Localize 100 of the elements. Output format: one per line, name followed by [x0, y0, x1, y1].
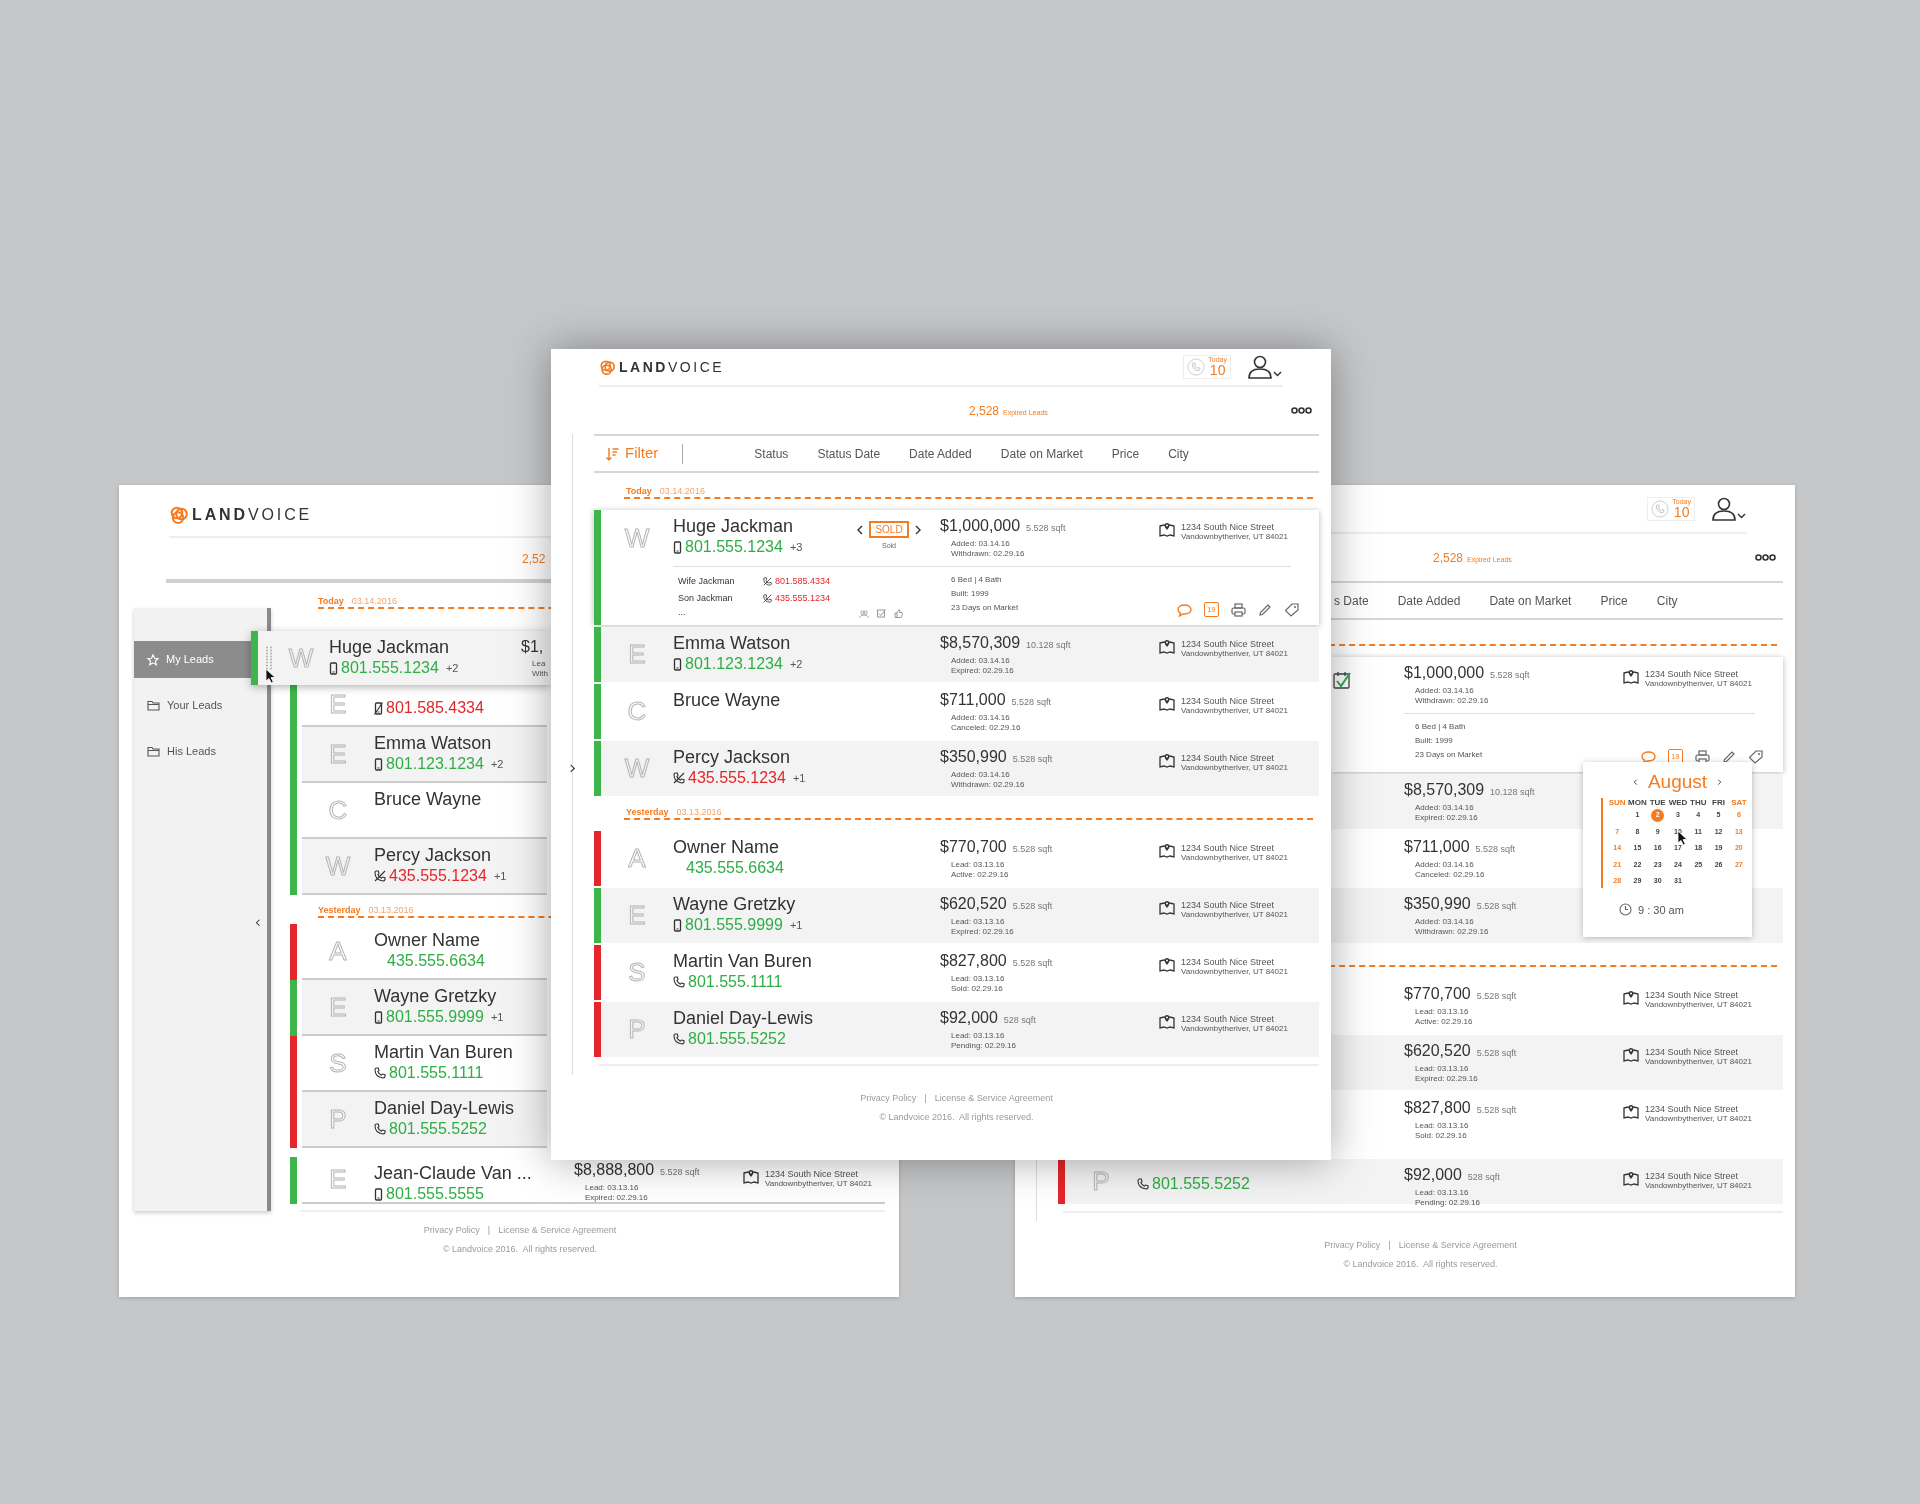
street-address: 1234 South Nice Street: [1645, 1171, 1740, 1181]
date-line: Added: 03.14.16: [1415, 685, 1474, 696]
phone-number[interactable]: 435.555.1234: [389, 866, 487, 886]
street-address: 1234 South Nice Street: [1181, 843, 1276, 853]
lead-row[interactable]: P Daniel Day-Lewis 801.555.5252 $92,000 528 sqft Lead: 03.13.16 Pending: 02.29.16 1234 South Nice Street Vandownbytheriver, UT 84021: [594, 1002, 1319, 1057]
lead-row[interactable]: E Emma Watson 801.123.1234 +2: [302, 727, 547, 783]
sort-icon[interactable]: [606, 446, 619, 461]
comment-icon[interactable]: [1641, 751, 1656, 764]
city-address: Vandownbytheriver, UT 84021: [1181, 649, 1288, 659]
more-options-icon[interactable]: [1291, 407, 1312, 414]
map-pin-icon: [1623, 669, 1639, 684]
thumbs-up-icon[interactable]: [894, 609, 903, 618]
more-options-icon[interactable]: [1755, 554, 1776, 561]
square-footage: 5.528 sqft: [1476, 990, 1517, 1003]
street-address: 1234 South Nice Street: [1181, 1014, 1276, 1024]
city-address: Vandownbytheriver, UT 84021: [1181, 1024, 1288, 1034]
user-menu-icon[interactable]: [1711, 496, 1747, 521]
column-header[interactable]: Price: [1600, 591, 1628, 610]
column-header[interactable]: City: [1168, 444, 1189, 463]
expired-leads-count: 2,528: [969, 402, 1000, 420]
comment-icon[interactable]: [1177, 604, 1192, 617]
column-header[interactable]: Status: [754, 444, 789, 463]
extra-phones-count: +2: [789, 656, 803, 672]
user-menu-icon[interactable]: [1247, 355, 1283, 379]
lead-name: Jean-Claude Van ...: [374, 1162, 533, 1184]
column-header[interactable]: Date Added: [1397, 591, 1461, 610]
date-line: Canceled: 02.29.16: [951, 722, 1021, 733]
phone-number[interactable]: 801.585.4334: [775, 575, 831, 589]
weekday-label: SUN: [1607, 798, 1627, 807]
phone-number[interactable]: 435.555.1234: [775, 591, 831, 605]
phone-icon: [673, 976, 685, 988]
column-header[interactable]: Price: [1111, 444, 1140, 463]
lead-initial: E: [329, 737, 347, 771]
column-header[interactable]: Status Date: [817, 444, 881, 463]
contact-name: Son Jackman: [678, 591, 734, 605]
city-address: Vandownbytheriver, UT 84021: [1181, 967, 1288, 977]
print-icon[interactable]: [1231, 603, 1246, 617]
square-footage: 5.528 sqft: [1476, 1104, 1517, 1117]
column-header[interactable]: Date Added: [909, 444, 972, 463]
lead-name: Percy Jackson: [673, 746, 792, 768]
tag-icon[interactable]: [1284, 603, 1299, 617]
sidebar-item[interactable]: Your Leads: [134, 687, 251, 724]
city-address: Vandownbytheriver, UT 84021: [1181, 763, 1288, 773]
extra-phones-count: +1: [792, 770, 806, 786]
date-line: Sold: 02.29.16: [951, 983, 1003, 994]
logo-text: LANDVOICE: [619, 357, 725, 377]
lead-row[interactable]: E Wayne Gretzky 801.555.9999 +1: [302, 980, 547, 1036]
date-line: Withdrawn: 02.29.16: [1415, 695, 1489, 706]
lead-row[interactable]: W Percy Jackson 435.555.1234 +1 $350,990 5.528 sqft Added: 03.14.16 Withdrawn: 02.29.16 1234 South Nice Street Vandownbytheriver, UT 84021: [594, 741, 1319, 796]
star-icon: [147, 653, 159, 666]
lead-row[interactable]: E Emma Watson 801.123.1234 +2 $8,570,309 10.128 sqft Added: 03.14.16 Expired: 02.29.16 1234 South Nice Street Vandownbytheriver, UT 84021: [594, 627, 1319, 682]
price: $827,800: [1404, 1098, 1471, 1117]
lead-name: Owner Name: [673, 836, 781, 858]
phone-number[interactable]: 435.555.1234: [688, 768, 786, 788]
mobile-icon: [673, 918, 682, 932]
group-date: 03.13.2016: [368, 905, 414, 915]
drag-handle-icon[interactable]: [265, 646, 273, 670]
next-month-icon[interactable]: [1717, 778, 1723, 786]
square-footage: 5.528 sqft: [660, 1166, 700, 1179]
lead-initial: P: [1092, 1165, 1110, 1198]
expand-sidebar-icon[interactable]: [569, 764, 576, 773]
weekday-label: SAT: [1730, 798, 1748, 807]
date-line: Lead: 03.13.16: [585, 1182, 639, 1193]
pencil-icon[interactable]: [1722, 750, 1736, 764]
city-address: Vandownbytheriver, UT 84021: [1645, 1181, 1752, 1191]
lead-initial: E: [329, 1163, 347, 1196]
collapse-sidebar-icon[interactable]: [255, 919, 261, 927]
column-header[interactable]: s Date: [1334, 591, 1369, 610]
checked-calendar-icon: [1333, 671, 1352, 690]
column-header[interactable]: City: [1656, 591, 1678, 610]
city-address: Vandownbytheriver, UT 84021: [1645, 1000, 1752, 1010]
map-pin-icon: [1159, 843, 1175, 858]
lead-name: Wayne Gretzky: [374, 985, 498, 1007]
city-address: Vandownbytheriver, UT 84021: [1181, 706, 1288, 716]
lead-row[interactable]: W Percy Jackson 435.555.1234 +1: [302, 839, 547, 895]
lead-initial: A: [329, 934, 347, 968]
city-address: Vandownbytheriver, UT 84021: [1645, 679, 1752, 689]
calls-count: 10: [1209, 363, 1226, 378]
logo-text: LANDVOICE: [192, 505, 313, 525]
column-header[interactable]: Date on Market: [1000, 444, 1083, 463]
tag-icon[interactable]: [1748, 750, 1763, 764]
phone-number[interactable]: 801.585.4334: [386, 698, 484, 718]
previous-status-icon[interactable]: [856, 524, 865, 535]
column-header[interactable]: Date on Market: [1489, 591, 1572, 610]
next-status-icon[interactable]: [913, 524, 922, 535]
price: $8,888,800: [574, 1160, 655, 1179]
checkbox-icon[interactable]: [877, 609, 886, 618]
lead-row[interactable]: $620,520 5.528 sqft Lead: 03.13.16 Expired: 02.29.16 1234 South Nice Street Vandownbytheriver, UT 84021: [1331, 1035, 1783, 1090]
price: $8,570,309: [1404, 780, 1485, 799]
lead-row[interactable]: P Daniel Day-Lewis 801.555.5252: [302, 1092, 547, 1148]
pencil-icon[interactable]: [1258, 603, 1272, 617]
map-pin-icon: [1159, 639, 1175, 654]
street-address: 1234 South Nice Street: [1645, 990, 1740, 1000]
lead-row[interactable]: E Wayne Gretzky 801.555.9999 +1 $620,520 5.528 sqft Lead: 03.13.16 Expired: 02.29.16 1234 South Nice Street Vandownbytheriver, UT 84021: [594, 888, 1319, 943]
sidebar-item[interactable]: His Leads: [134, 733, 251, 770]
previous-month-icon[interactable]: [1632, 778, 1638, 786]
price: $1,000,000: [940, 516, 1021, 535]
print-icon[interactable]: [1695, 750, 1710, 764]
lead-name: Martin Van Buren: [374, 1041, 514, 1063]
map-pin-icon: [1159, 1014, 1175, 1029]
